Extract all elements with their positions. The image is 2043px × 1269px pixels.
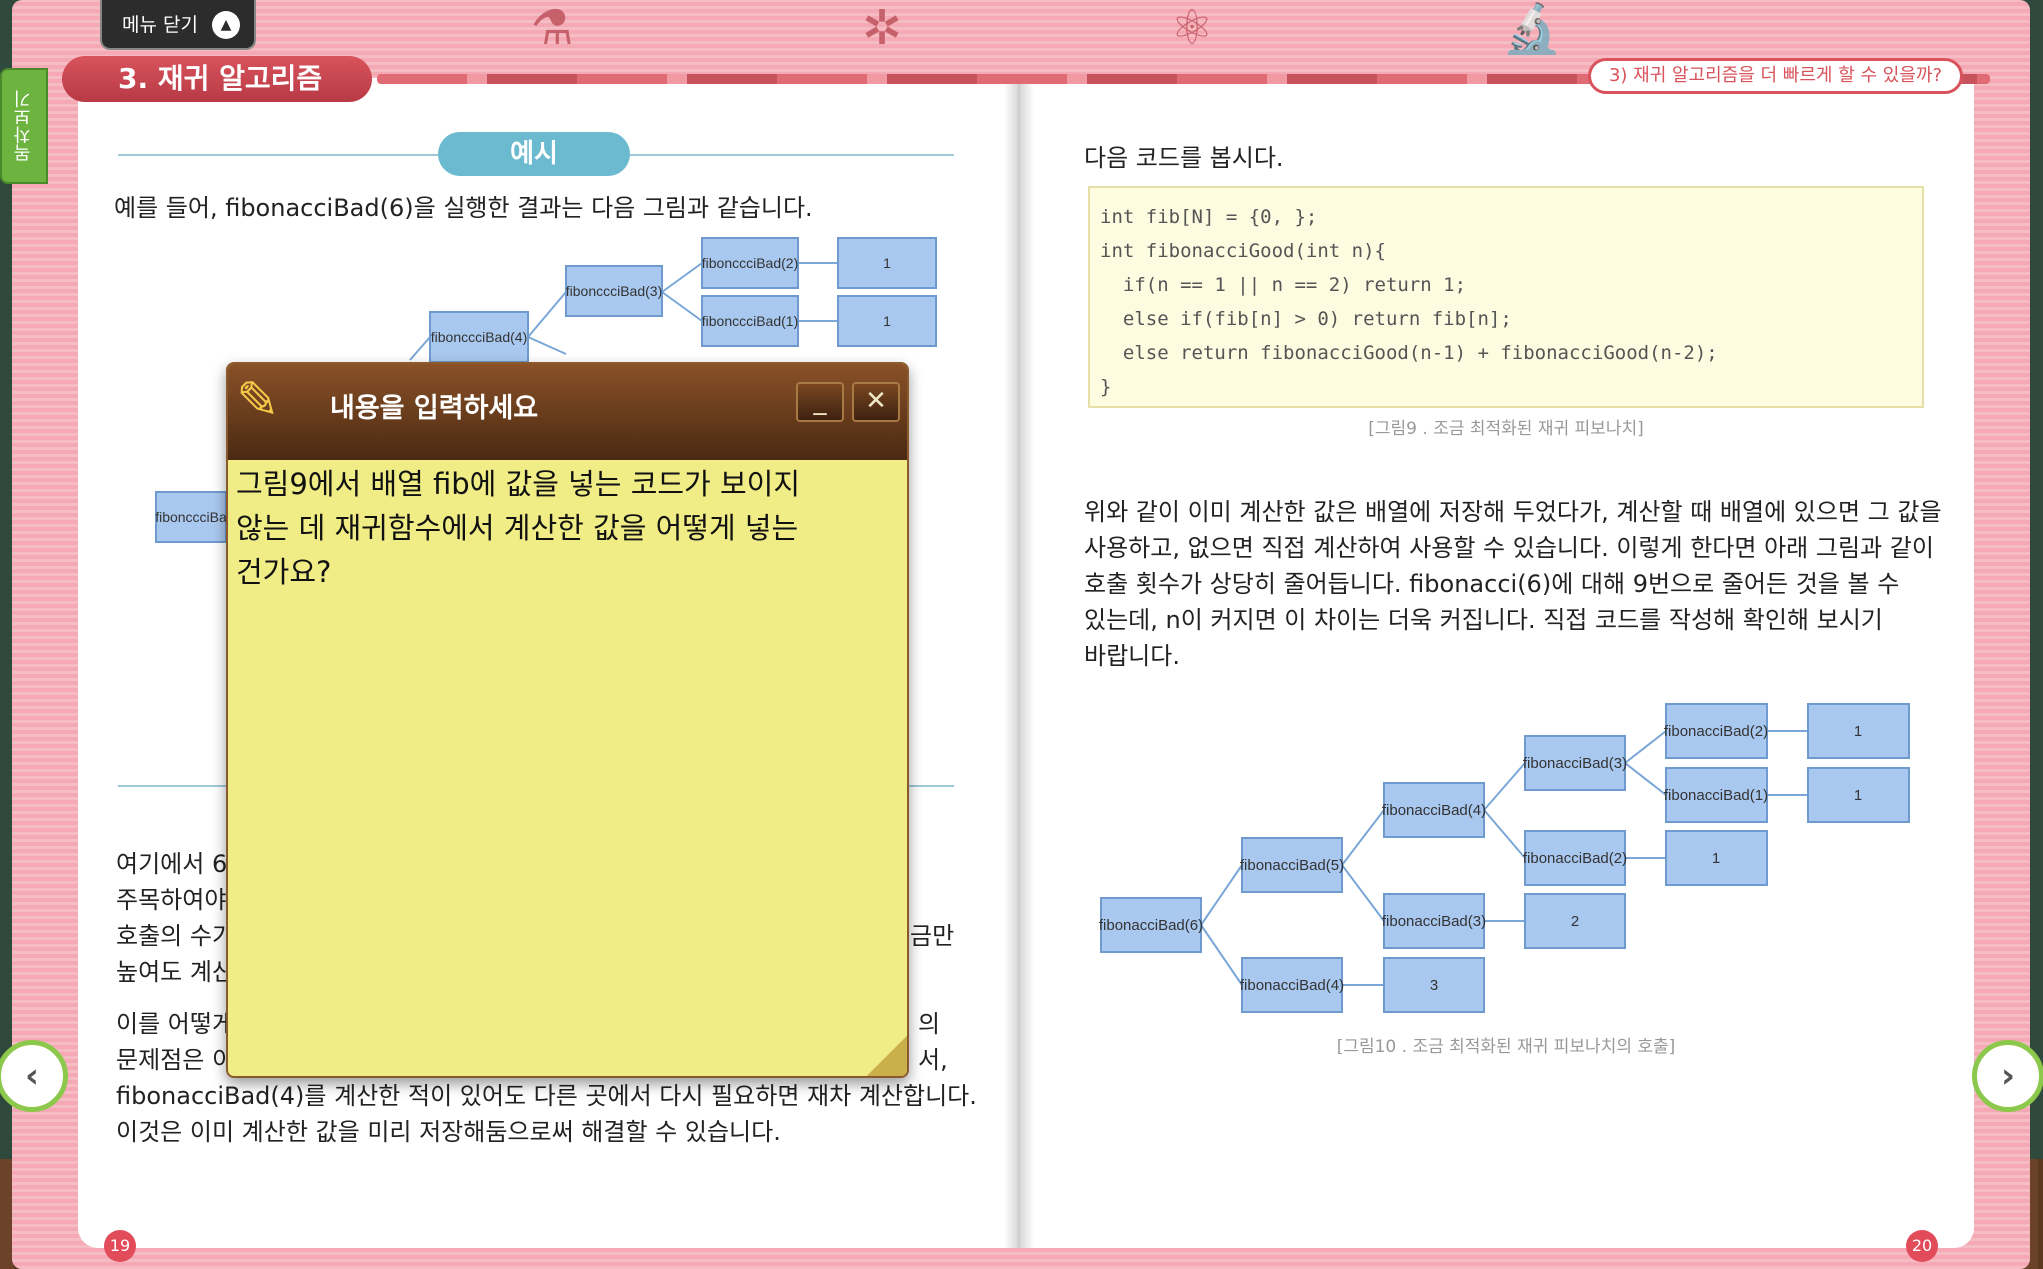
tree-label: fibonacciBad(3) <box>1382 913 1486 930</box>
tree-label: 1 <box>1712 850 1720 867</box>
tree-label: 1 <box>1854 787 1862 804</box>
memo-header[interactable]: ✎ 내용을 입력하세요 _ ✕ <box>228 364 907 460</box>
tree-label: 3 <box>1430 977 1438 994</box>
tree-label: fibonacciBad(1) <box>1664 787 1768 804</box>
memo-popup[interactable]: ✎ 내용을 입력하세요 _ ✕ 그림9에서 배열 fib에 값을 넣는 코드가 … <box>226 362 909 1078</box>
close-button[interactable]: ✕ <box>852 382 900 422</box>
tree-label: fibonacciBad(5) <box>1240 857 1344 874</box>
resize-handle[interactable] <box>867 1036 907 1076</box>
tree-label: 1 <box>1854 723 1862 740</box>
memo-text-line: 건가요? <box>236 555 332 589</box>
pencil-icon: ✎ <box>236 371 280 431</box>
tree-label: fibonacciBad(3) <box>1523 755 1627 772</box>
tree-label: fibonacciBad(6) <box>1099 917 1203 934</box>
tree-label: fibonacciBad(4) <box>1240 977 1344 994</box>
memo-title: 내용을 입력하세요 <box>330 393 539 424</box>
tree-label: fibonacciBad(2) <box>1523 850 1627 867</box>
tree-label: 2 <box>1571 913 1579 930</box>
memo-text-line: 않는 데 재귀함수에서 계산한 값을 어떻게 넣는 <box>236 511 799 545</box>
minimize-button[interactable]: _ <box>796 382 844 422</box>
tree-label: fibonacciBad(2) <box>1664 723 1768 740</box>
page-number-right: 20 <box>1906 1230 1938 1262</box>
next-page-button[interactable]: › <box>1972 1040 2043 1112</box>
memo-textarea[interactable]: 그림9에서 배열 fib에 값을 넣는 코드가 보이지 않는 데 재귀함수에서 … <box>228 460 907 596</box>
figure-caption: [그림10 . 조금 최적화된 재귀 피보나치의 호출] <box>1336 1037 1676 1057</box>
memo-text-line: 그림9에서 배열 fib에 값을 넣는 코드가 보이지 <box>236 467 800 501</box>
tree-label: fibonacciBad(4) <box>1382 802 1486 819</box>
